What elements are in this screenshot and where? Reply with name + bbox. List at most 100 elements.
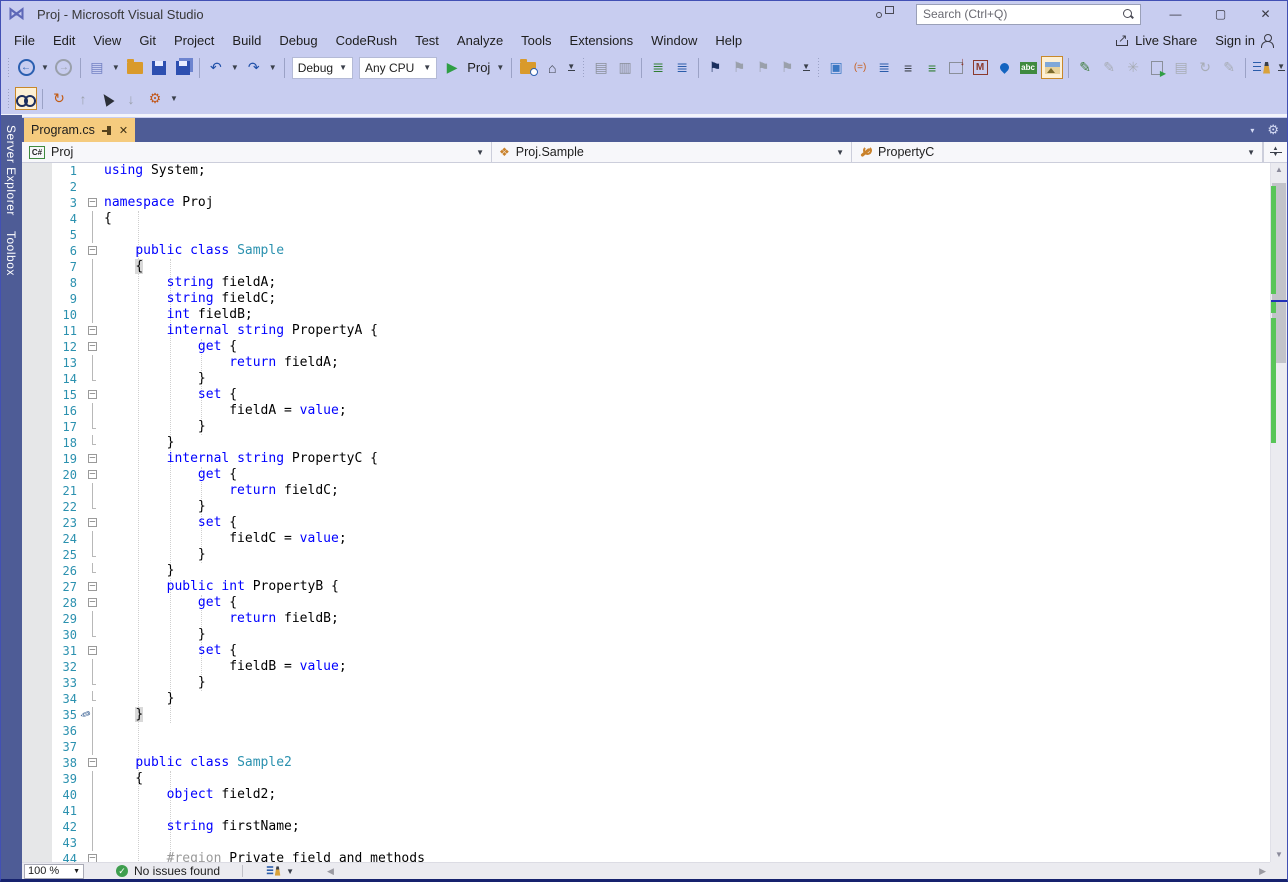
code-line-39: 39 { <box>22 771 1270 787</box>
split-editor-button[interactable]: ▲ ▼ <box>1263 142 1287 162</box>
menu-build[interactable]: Build <box>223 31 270 50</box>
indent-increase-icon[interactable]: ≣ <box>671 56 693 79</box>
coderush-refresh-icon[interactable]: ↻ <box>48 87 70 110</box>
coderush-toolbar: ↻ ↑ ↓ ⚙ ▼ <box>0 83 1288 114</box>
live-share-button[interactable]: Live Share <box>1116 32 1197 48</box>
start-debug-button[interactable]: ▶ <box>441 56 463 79</box>
project-dropdown[interactable]: C# Proj ▼ <box>22 142 492 162</box>
new-project-icon[interactable]: ▤ <box>86 56 108 79</box>
fold-collapse-icon: – <box>88 341 97 351</box>
coderush-move-down-icon[interactable]: ↓ <box>120 87 142 110</box>
align-lines-icon[interactable]: ≡ <box>897 56 919 79</box>
view-code-icon[interactable]: ▤ <box>590 56 612 79</box>
document-health-indicator[interactable]: ✓ No issues found <box>116 864 220 878</box>
code-cleanup-icon[interactable] <box>1251 56 1273 79</box>
script-file-icon[interactable]: ▤ <box>1170 56 1192 79</box>
tool-window-tab-toolbox[interactable]: Toolbox <box>0 221 22 276</box>
bookmark-icon[interactable]: ⚑ <box>704 56 726 79</box>
scroll-right-icon[interactable]: ▶ <box>1259 866 1266 877</box>
menu-file[interactable]: File <box>5 31 44 50</box>
image-embed-icon[interactable] <box>1041 56 1064 79</box>
menu-test[interactable]: Test <box>406 31 448 50</box>
code-line-41: 41 <box>22 803 1270 819</box>
bookmark-previous-icon[interactable]: ⚑ <box>728 56 750 79</box>
find-in-files-icon[interactable] <box>517 56 539 79</box>
code-line-16: 16 fieldA = value; <box>22 403 1270 419</box>
code-line-28: 28– get { <box>22 595 1270 611</box>
sign-in-button[interactable]: Sign in <box>1215 33 1274 48</box>
home-icon[interactable]: ⌂ <box>541 56 563 79</box>
close-button[interactable]: ✕ <box>1243 0 1288 28</box>
navigate-forward-icon[interactable]: → <box>53 56 75 79</box>
save-all-icon[interactable] <box>172 56 194 79</box>
menu-analyze[interactable]: Analyze <box>448 31 512 50</box>
zoom-level-dropdown[interactable]: 100 % ▼ <box>24 863 84 879</box>
code-editor[interactable]: 1 using System; 2 3– namespace Proj 4{5 6– pub… <box>22 163 1270 862</box>
csharp-project-icon: C# <box>29 145 45 159</box>
scroll-up-icon[interactable]: ▲ <box>1271 163 1287 177</box>
close-tab-icon[interactable]: ✕ <box>119 124 128 137</box>
refresh-icon[interactable]: ↻ <box>1194 56 1216 79</box>
code-line-26: 26 } <box>22 563 1270 579</box>
menu-view[interactable]: View <box>84 31 130 50</box>
run-script-icon[interactable] <box>1146 56 1168 79</box>
search-input[interactable]: Search (Ctrl+Q) <box>916 3 1141 25</box>
type-dropdown[interactable]: ❖ Proj.Sample ▼ <box>492 142 852 162</box>
menu-debug[interactable]: Debug <box>270 31 326 50</box>
menu-edit[interactable]: Edit <box>44 31 84 50</box>
maximize-button[interactable]: ▢ <box>1198 0 1243 28</box>
navigation-bar: C# Proj ▼ ❖ Proj.Sample ▼ PropertyC ▼ ▲ ▼ <box>22 142 1287 163</box>
bookmark-clear-icon[interactable]: ⚑ <box>776 56 798 79</box>
menu-tools[interactable]: Tools <box>512 31 560 50</box>
open-file-icon[interactable] <box>124 56 146 79</box>
paste-import-icon[interactable] <box>945 56 967 79</box>
tab-label: Program.cs <box>31 123 95 137</box>
menu-window[interactable]: Window <box>642 31 706 50</box>
solution-configuration-combo[interactable]: Debug ▼ <box>291 56 353 79</box>
coderush-move-up-icon[interactable]: ↑ <box>72 87 94 110</box>
structure-visualizer-icon[interactable]: ▣ <box>825 56 847 79</box>
code-line-33: 33 } <box>22 675 1270 691</box>
chevron-down-icon[interactable]: ▼ <box>283 867 297 876</box>
tab-program-cs[interactable]: Program.cs ✕ <box>24 118 136 142</box>
menu-extensions[interactable]: Extensions <box>561 31 643 50</box>
test-run-icon[interactable]: ✎ <box>1074 56 1096 79</box>
menu-coderush[interactable]: CodeRush <box>327 31 406 50</box>
tool-window-tab-server-explorer[interactable]: Server Explorer <box>0 115 22 216</box>
solution-platform-combo[interactable]: Any CPU ▼ <box>358 56 438 79</box>
map-pin-icon[interactable] <box>993 56 1015 79</box>
undo-icon[interactable]: ↶ <box>205 56 227 79</box>
feedback-icon[interactable] <box>874 6 894 22</box>
scroll-down-icon[interactable]: ▼ <box>1271 848 1287 862</box>
menu-project[interactable]: Project <box>165 31 223 50</box>
vertical-scrollbar[interactable]: ▲ ▼ <box>1270 163 1287 862</box>
test-debug-icon[interactable]: ✎ <box>1098 56 1120 79</box>
view-designer-icon[interactable]: ▥ <box>614 56 636 79</box>
coderush-visualize-icon[interactable] <box>15 87 37 110</box>
coderush-cursor-icon[interactable] <box>96 87 118 110</box>
menu-help[interactable]: Help <box>706 31 751 50</box>
menu-git[interactable]: Git <box>130 31 165 50</box>
organize-members-icon[interactable]: ≣ <box>873 56 895 79</box>
editor-options-gear-icon[interactable]: ⚙ <box>1267 122 1279 138</box>
format-braces-icon[interactable]: (=) <box>849 56 871 79</box>
bookmark-next-icon[interactable]: ⚑ <box>752 56 774 79</box>
code-cleanup-icon[interactable] <box>266 865 281 878</box>
line-number: 12 <box>62 340 77 354</box>
spell-checker-icon[interactable]: abc <box>1017 56 1039 79</box>
member-dropdown[interactable]: PropertyC ▼ <box>852 142 1263 162</box>
navigate-back-icon[interactable]: ← <box>15 56 37 79</box>
markdown-icon[interactable]: M <box>969 56 991 79</box>
tab-list-dropdown-icon[interactable]: ▾ <box>1247 126 1257 135</box>
coderush-settings-icon[interactable]: ⚙ <box>144 87 166 110</box>
window-title: Proj - Microsoft Visual Studio <box>37 6 204 22</box>
save-icon[interactable] <box>148 56 170 79</box>
pin-tab-icon[interactable] <box>101 125 112 135</box>
indent-decrease-icon[interactable]: ≣ <box>647 56 669 79</box>
redo-icon[interactable]: ↷ <box>243 56 265 79</box>
minimize-button[interactable]: — <box>1153 0 1198 28</box>
test-stop-icon[interactable]: ✳ <box>1122 56 1144 79</box>
edit-test-icon[interactable]: ✎ <box>1218 56 1240 79</box>
scroll-left-icon[interactable]: ◀ <box>327 866 334 877</box>
sort-lines-icon[interactable]: ≡ <box>921 56 943 79</box>
